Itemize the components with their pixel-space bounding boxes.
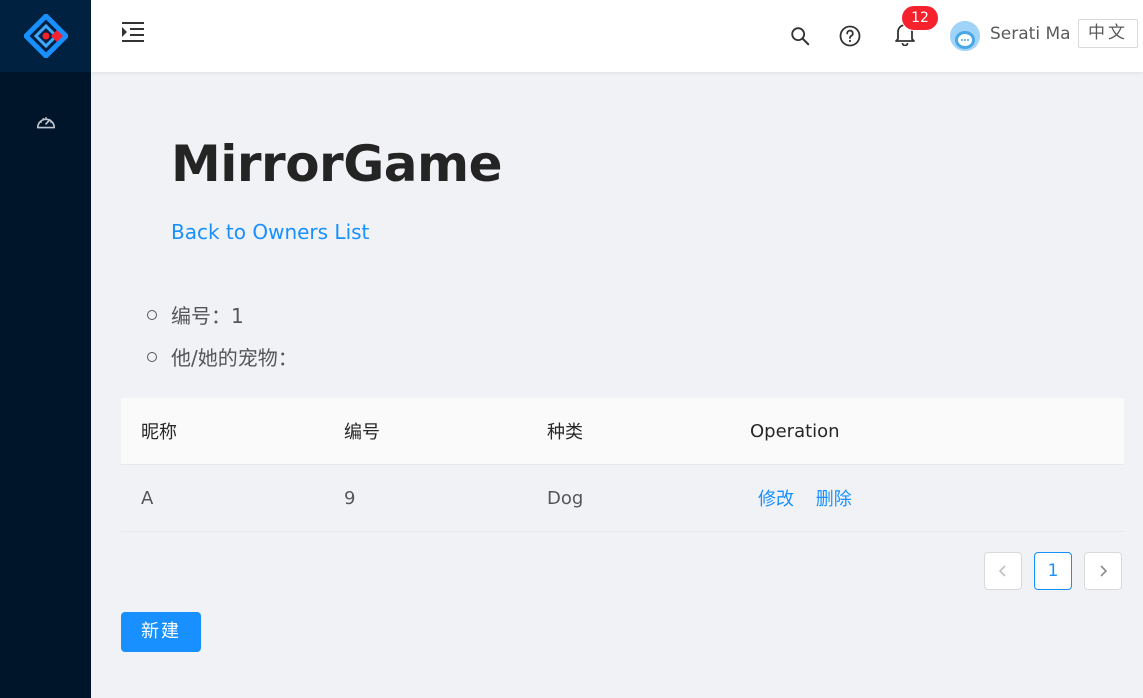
table-row: A 9 Dog 修改 删除 — [121, 465, 1124, 532]
cell-type: Dog — [547, 487, 584, 509]
pagination-next-button[interactable] — [1084, 552, 1122, 590]
search-icon — [791, 27, 810, 46]
avatar[interactable] — [950, 21, 980, 51]
header-help-button[interactable] — [836, 22, 864, 50]
owner-id-text: 编号：1 — [171, 304, 244, 328]
list-item: 他/她的宠物： — [147, 342, 298, 384]
cell-nickname: A — [141, 487, 154, 509]
list-item: 编号：1 — [147, 300, 298, 342]
cell-id: 9 — [344, 487, 356, 509]
question-circle-icon — [839, 25, 861, 47]
dashboard-icon — [36, 116, 55, 129]
ant-design-logo-icon — [23, 14, 68, 58]
user-avatar-icon — [950, 21, 980, 51]
column-header-id: 编号 — [344, 422, 380, 443]
back-to-owners-link[interactable]: Back to Owners List — [171, 218, 369, 246]
owner-pets-label: 他/她的宠物： — [171, 346, 298, 370]
column-header-type: 种类 — [547, 422, 583, 443]
header-search-button[interactable] — [786, 22, 814, 50]
sidebar — [0, 0, 91, 698]
page-title: MirrorGame — [171, 135, 503, 193]
circle-bullet-icon — [147, 310, 157, 320]
menu-unfold-icon — [122, 22, 144, 42]
top-header: 12 Serati Ma 中文 — [91, 0, 1143, 72]
owner-info-list: 编号：1 他/她的宠物： — [147, 300, 298, 384]
edit-link[interactable]: 修改 — [758, 489, 794, 510]
language-switch-button[interactable]: 中文 — [1078, 19, 1138, 48]
notification-count-badge: 12 — [902, 6, 938, 30]
cell-operation: 修改 删除 — [730, 485, 1124, 511]
pagination-page-1[interactable]: 1 — [1034, 552, 1072, 590]
chevron-right-icon — [1100, 565, 1108, 577]
table-header: 昵称 编号 种类 Operation — [121, 398, 1124, 465]
sidebar-item-dashboard[interactable] — [0, 103, 91, 143]
logo[interactable] — [0, 0, 91, 72]
pagination-prev-button[interactable] — [984, 552, 1022, 590]
menu-collapse-button[interactable] — [119, 18, 147, 46]
delete-link[interactable]: 删除 — [816, 489, 852, 510]
chevron-left-icon — [998, 565, 1006, 577]
circle-bullet-icon — [147, 352, 157, 362]
create-new-button[interactable]: 新建 — [121, 612, 201, 652]
column-header-operation: Operation — [750, 420, 840, 442]
user-name[interactable]: Serati Ma — [990, 22, 1071, 46]
column-header-nickname: 昵称 — [141, 422, 177, 443]
pets-table: 昵称 编号 种类 Operation A 9 Dog 修改 删除 — [121, 398, 1124, 532]
